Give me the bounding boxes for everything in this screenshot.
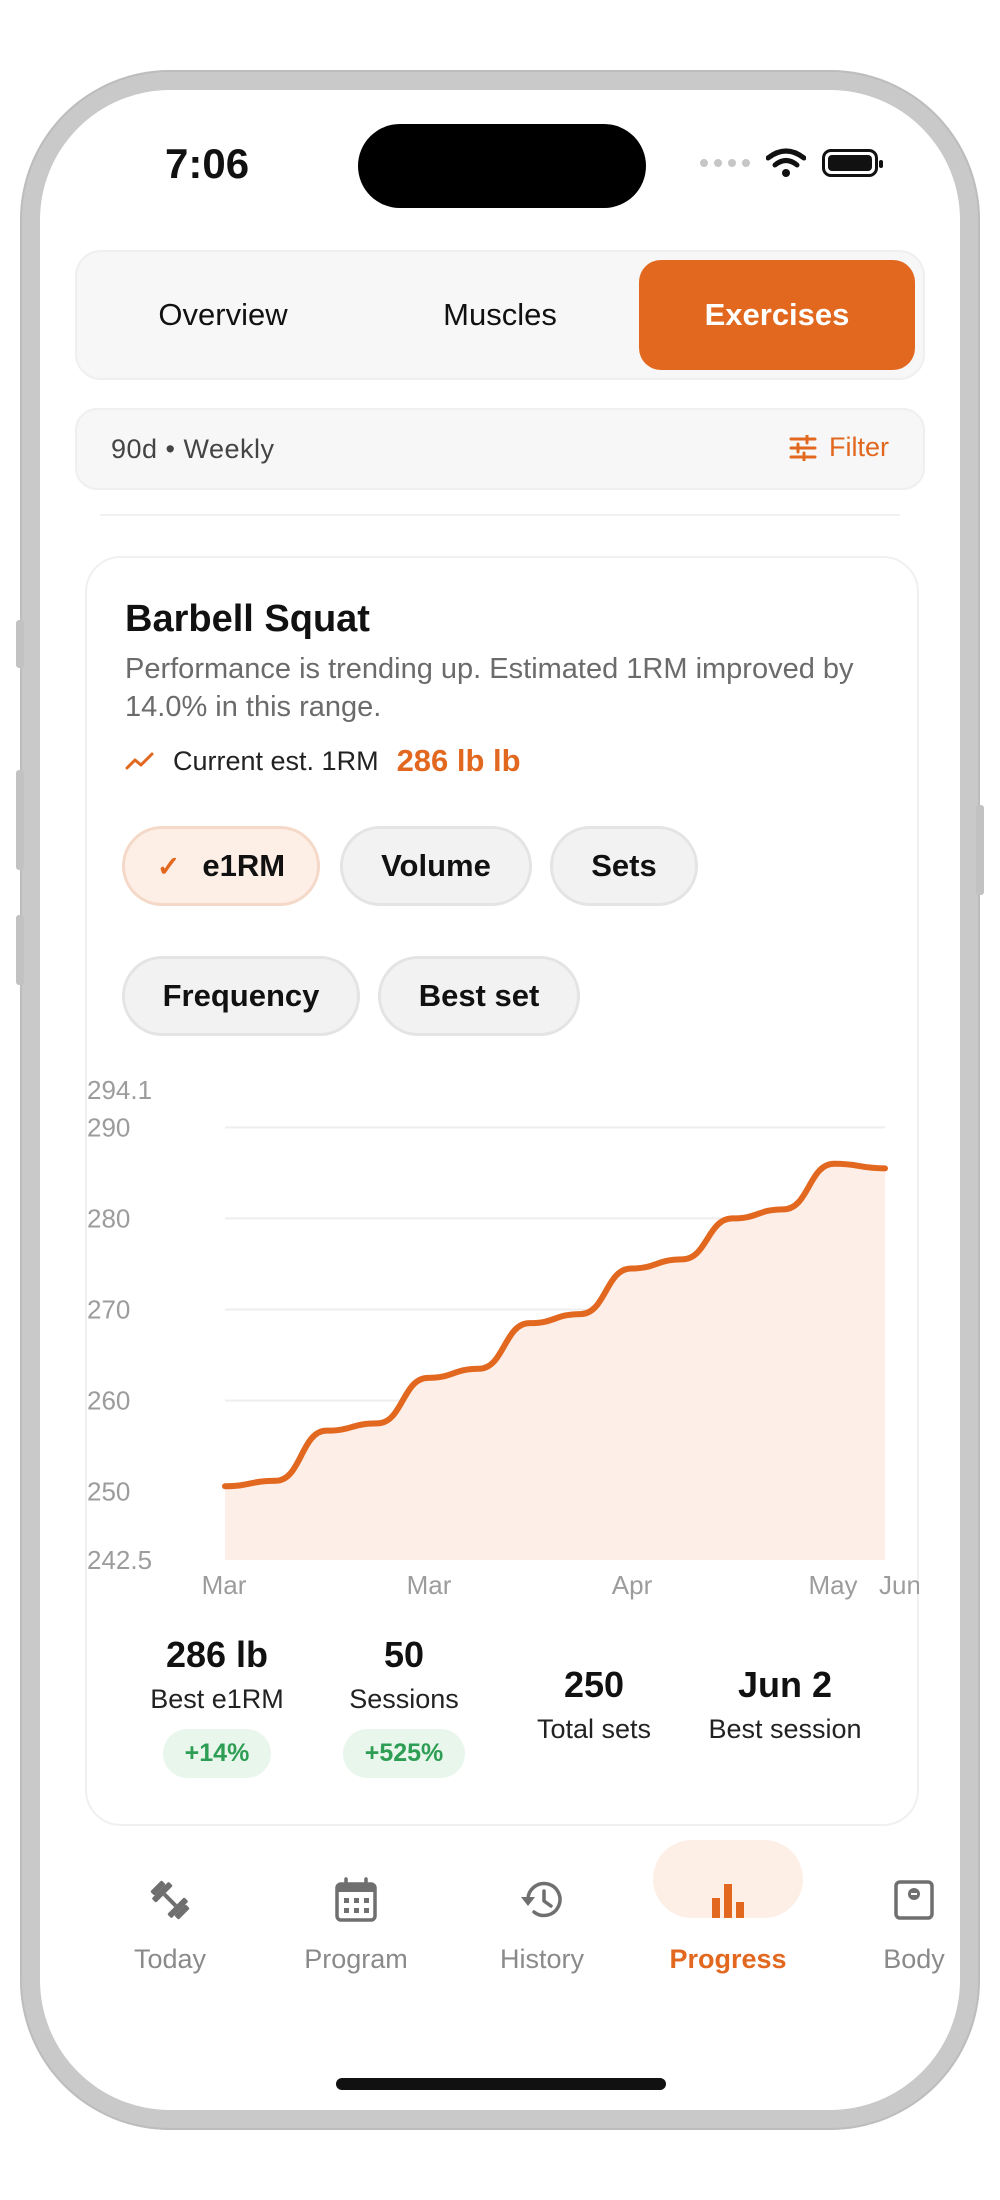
chip-e1rm[interactable]: ✓ e1RM	[122, 826, 320, 906]
filter-button[interactable]: Filter	[789, 432, 889, 463]
y-tick-label: 250	[87, 1477, 130, 1507]
chip-label: Frequency	[162, 978, 320, 1013]
y-tick-label: 290	[87, 1112, 130, 1142]
battery-icon	[822, 149, 883, 177]
exercise-title: Barbell Squat	[125, 598, 370, 640]
bar-chart-icon	[712, 1884, 744, 1918]
trend-up-icon	[125, 752, 154, 770]
filter-label: Filter	[829, 432, 889, 462]
change-badge: +14%	[162, 1729, 272, 1778]
side-button	[16, 770, 24, 870]
stat-value: 286 lb	[165, 1634, 269, 1675]
change-badge: +525%	[342, 1729, 466, 1778]
range-label: 90d • Weekly	[111, 434, 275, 464]
chip-label: Sets	[591, 848, 657, 883]
status-icons	[700, 148, 883, 178]
exercise-description: Performance is trending up. Estimated 1R…	[125, 653, 854, 723]
current-e1rm-label: Current est. 1RM	[173, 745, 379, 776]
dumbbell-icon	[150, 1880, 190, 1920]
view-segmented-control: Overview Muscles Exercises	[75, 250, 925, 380]
segment-exercises[interactable]: Exercises	[639, 260, 915, 370]
sliders-icon	[789, 434, 817, 461]
stat-value: 250	[563, 1664, 625, 1705]
tab-history[interactable]: History	[449, 1870, 635, 1975]
stat-total-sets: 250 Total sets	[494, 1664, 694, 1745]
chip-sets[interactable]: Sets	[550, 826, 698, 906]
tab-label: History	[499, 1944, 584, 1974]
e1rm-chart: 294.1 290 280 270 260 250 242.5 Mar Mar Apr May Jun	[87, 1075, 919, 1600]
stat-label: Sessions	[349, 1684, 459, 1714]
y-tick-label: 260	[87, 1386, 130, 1416]
stat-best-session: Jun 2 Best session	[680, 1664, 890, 1745]
tab-label: Progress	[669, 1944, 787, 1974]
stat-value: Jun 2	[737, 1664, 833, 1705]
side-button	[16, 620, 24, 668]
chip-best-set[interactable]: Best set	[378, 956, 580, 1036]
x-tick-label: May	[808, 1570, 857, 1600]
calendar-icon	[335, 1877, 377, 1922]
x-tick-label: Mar	[407, 1570, 452, 1600]
stat-label: Best e1RM	[150, 1684, 284, 1714]
side-button	[16, 915, 24, 985]
divider	[100, 514, 900, 516]
chip-frequency[interactable]: Frequency	[122, 956, 360, 1036]
dynamic-island	[358, 124, 646, 208]
tab-today[interactable]: Today	[77, 1870, 263, 1975]
stat-label: Total sets	[536, 1714, 652, 1744]
chip-label: e1RM	[202, 848, 286, 883]
y-tick-label: 280	[87, 1203, 130, 1233]
stat-sessions: 50 Sessions +525%	[304, 1634, 504, 1778]
tab-label: Body	[883, 1944, 945, 1974]
tab-body[interactable]: Body	[821, 1870, 1000, 1975]
tab-program[interactable]: Program	[263, 1870, 449, 1975]
check-icon: ✓	[156, 850, 181, 882]
stat-best-e1rm: 286 lb Best e1RM +14%	[112, 1634, 322, 1778]
tab-label: Program	[304, 1944, 408, 1974]
y-tick-label: 294.1	[87, 1075, 152, 1105]
x-tick-label: Apr	[612, 1570, 653, 1600]
current-e1rm-row: Current est. 1RM 286 lb lb	[125, 743, 521, 779]
side-button	[976, 805, 984, 895]
chip-label: Best set	[418, 978, 540, 1013]
status-time: 7:06	[165, 140, 250, 187]
e1rm-area	[225, 1163, 885, 1560]
wifi-icon	[766, 148, 806, 177]
current-e1rm-value: 286 lb lb	[396, 743, 521, 778]
stat-value: 50	[383, 1634, 425, 1675]
segment-overview[interactable]: Overview	[85, 260, 361, 370]
history-icon	[521, 1881, 562, 1918]
x-tick-label: Mar	[202, 1570, 247, 1600]
chip-label: Volume	[381, 848, 491, 883]
scale-icon	[894, 1880, 934, 1920]
range-filter-bar: 90d • Weekly Filter	[75, 408, 925, 490]
stat-label: Best session	[708, 1714, 862, 1744]
home-indicator	[336, 2078, 666, 2090]
chip-volume[interactable]: Volume	[340, 826, 532, 906]
bottom-tab-bar: Today Program History Progress Body	[40, 1840, 960, 2030]
x-tick-label: Jun	[879, 1570, 919, 1600]
segment-muscles[interactable]: Muscles	[362, 260, 638, 370]
tab-progress[interactable]: Progress	[635, 1840, 821, 1975]
signal-icon	[700, 159, 750, 167]
y-tick-label: 242.5	[87, 1545, 152, 1575]
y-tick-label: 270	[87, 1295, 130, 1325]
tab-label: Today	[133, 1944, 207, 1974]
